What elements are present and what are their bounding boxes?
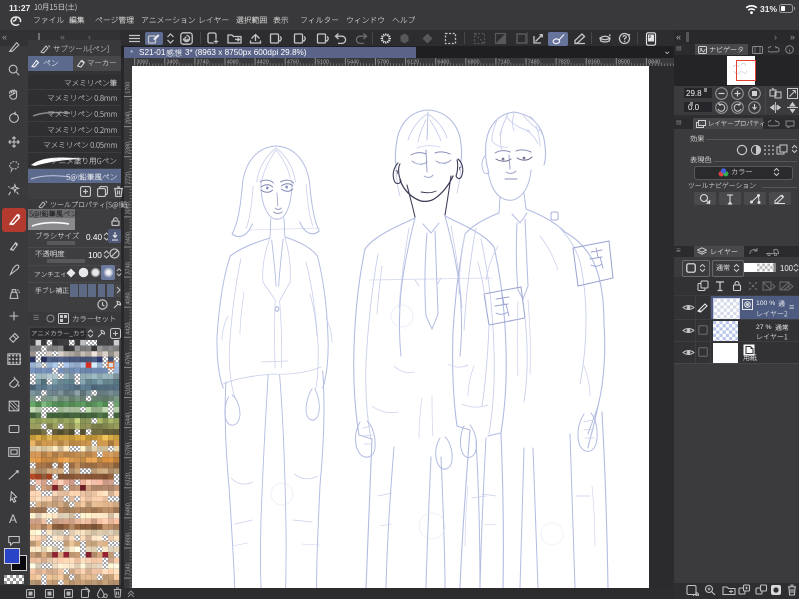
svg-text:6120: 6120 — [126, 473, 132, 485]
svg-text:7140: 7140 — [126, 563, 132, 575]
svg-text:5780: 5780 — [126, 443, 132, 455]
svg-text:4080: 4080 — [126, 293, 132, 305]
svg-text:6460: 6460 — [126, 503, 132, 515]
svg-text:4760: 4760 — [126, 353, 132, 365]
svg-text:2720: 2720 — [126, 172, 132, 184]
svg-text:3400: 3400 — [126, 232, 132, 244]
svg-text:6800: 6800 — [126, 533, 132, 545]
svg-text:2380: 2380 — [126, 142, 132, 154]
svg-text:3740: 3740 — [126, 262, 132, 274]
svg-text:1700: 1700 — [126, 82, 132, 94]
svg-text:5100: 5100 — [126, 383, 132, 395]
svg-text:5440: 5440 — [126, 413, 132, 425]
svg-text:A: A — [9, 512, 17, 526]
svg-text:2040: 2040 — [126, 112, 132, 124]
svg-text:4420: 4420 — [126, 323, 132, 335]
